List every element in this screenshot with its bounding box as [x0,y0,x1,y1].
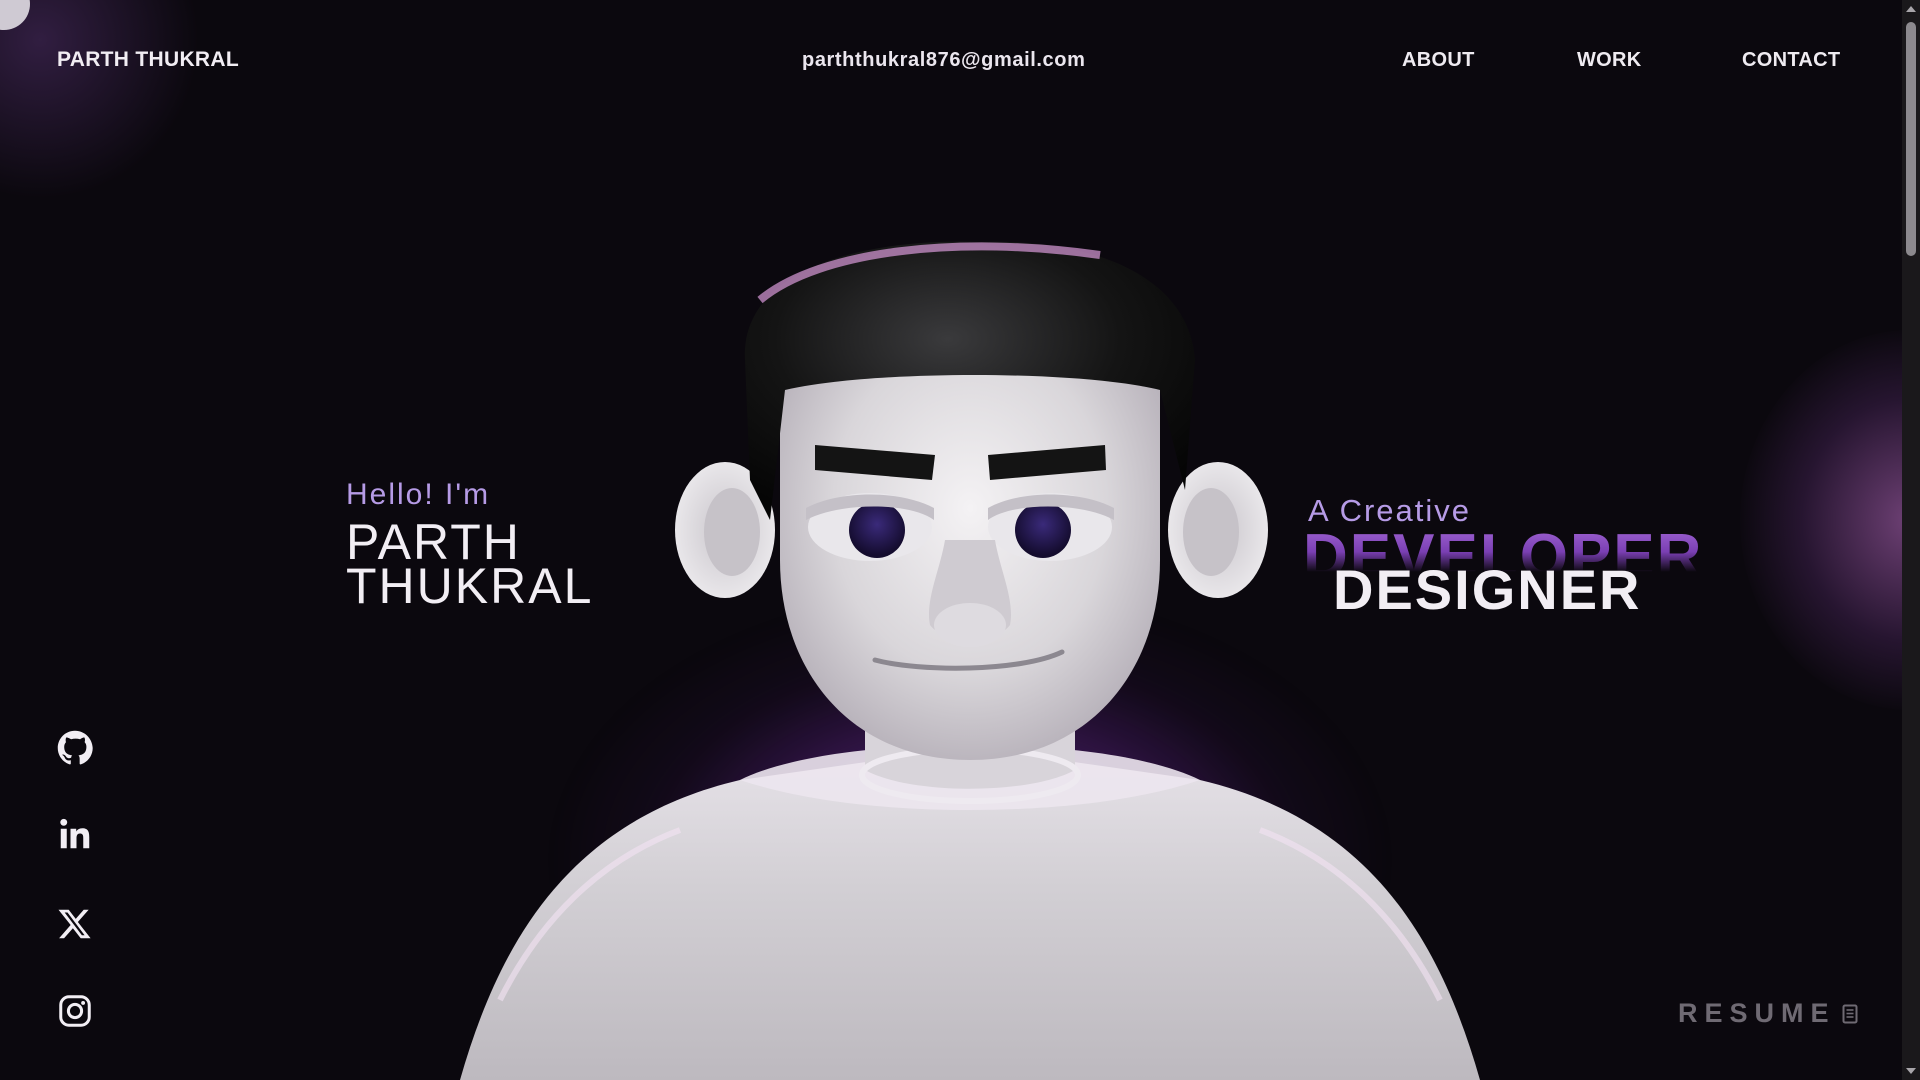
site-logo[interactable]: PARTH THUKRAL [57,48,239,72]
nav-about-link[interactable]: ABOUT [1402,49,1475,72]
3d-avatar-character [460,241,1480,1080]
role-word-designer: DESIGNER [1333,558,1642,621]
vertical-scrollbar[interactable] [1902,0,1920,1080]
document-icon [1842,1004,1858,1023]
resume-button[interactable]: RESUME [1678,998,1858,1029]
resume-label: RESUME [1678,998,1836,1028]
scroll-up-arrow-icon[interactable] [1906,6,1916,12]
email-link[interactable]: parththukral876@gmail.com [802,49,1085,72]
github-icon [57,730,93,765]
name-last: THUKRAL [346,558,594,614]
nav-work-link[interactable]: WORK [1577,49,1642,72]
nav-contact-link[interactable]: CONTACT [1742,49,1840,72]
right-edge-glow [1740,330,1920,710]
x-twitter-link[interactable] [57,906,93,942]
linkedin-link[interactable] [57,816,93,852]
top-left-glow [0,0,200,200]
scrollbar-thumb[interactable] [1906,22,1916,256]
scroll-down-arrow-icon[interactable] [1906,1068,1916,1074]
hero-page: PARTH THUKRAL parththukral876@gmail.com … [0,0,1920,1080]
instagram-icon [59,995,91,1027]
greeting-text: Hello! I'm [346,478,491,511]
linkedin-icon [60,818,90,849]
github-link[interactable] [57,730,93,766]
x-icon [58,909,91,939]
instagram-link[interactable] [57,993,93,1029]
